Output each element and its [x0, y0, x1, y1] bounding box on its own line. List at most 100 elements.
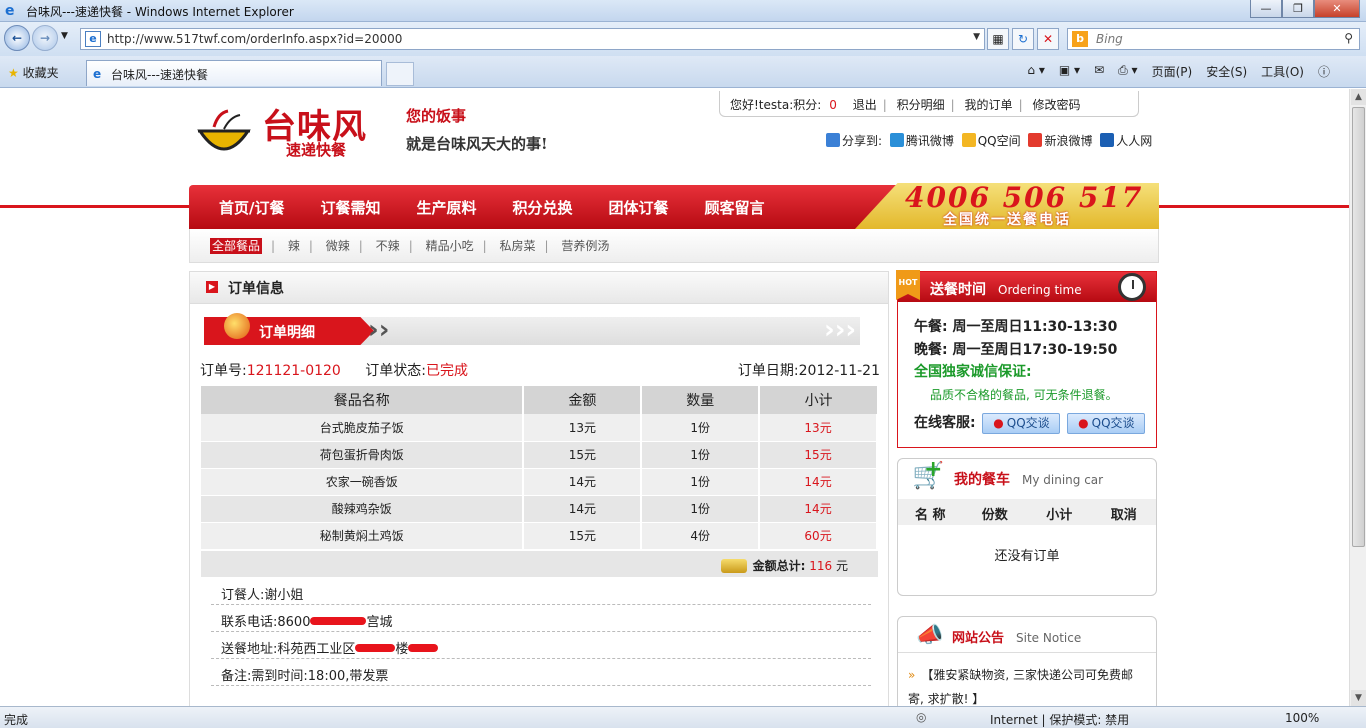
- cart-title: 我的餐车: [954, 472, 1010, 488]
- share-tencent-weibo[interactable]: 腾讯微博: [906, 134, 954, 148]
- stop-button[interactable]: ✕: [1037, 28, 1059, 50]
- tools-menu[interactable]: 工具(O): [1261, 63, 1304, 80]
- delivery-title-en: Ordering time: [998, 283, 1082, 297]
- print-icon[interactable]: ⎙ ▾: [1118, 63, 1137, 80]
- minimize-button[interactable]: —: [1250, 0, 1282, 18]
- col-quantity: 数量: [641, 386, 761, 414]
- address-row: 送餐地址:科苑西工业区 楼: [211, 632, 871, 659]
- cart-empty-message: 还没有订单: [994, 549, 1060, 564]
- scroll-down-icon[interactable]: ▼: [1351, 690, 1366, 706]
- qq-chat-label: QQ交谈: [1091, 416, 1135, 430]
- table-row: 农家一碗香饭 14元 1份 14元: [201, 468, 878, 496]
- chevron-right-icon: ›››: [824, 315, 857, 345]
- hotline-banner: 4006 506 517 全国统一送餐电话: [855, 183, 1159, 229]
- search-icon[interactable]: ⚲: [1344, 31, 1353, 45]
- redaction-mark: [310, 617, 367, 625]
- category-mild[interactable]: 微辣: [326, 239, 350, 253]
- dish-name: 酸辣鸡杂饭: [201, 495, 525, 523]
- qq-chat-button[interactable]: ● QQ交谈: [982, 413, 1061, 434]
- address-bar[interactable]: e http://www.517twf.com/orderInfo.aspx?i…: [80, 28, 985, 50]
- help-icon[interactable]: ⓘ: [1318, 63, 1330, 80]
- nav-group-order[interactable]: 团体订餐: [609, 197, 669, 218]
- category-soups[interactable]: 营养例汤: [561, 239, 609, 253]
- customer-row: 订餐人:谢小姐: [211, 578, 871, 605]
- new-tab-button[interactable]: [386, 62, 414, 86]
- col-dish-name: 餐品名称: [201, 386, 525, 414]
- slogan-line2: 就是台味风天大的事!: [406, 135, 548, 153]
- dish-price: 15元: [523, 522, 643, 550]
- safety-menu[interactable]: 安全(S): [1206, 63, 1247, 80]
- vertical-scrollbar[interactable]: ▲ ▼: [1349, 89, 1366, 706]
- maximize-button[interactable]: ❐: [1282, 0, 1314, 18]
- online-service: 在线客服: ● QQ交谈 ● QQ交谈: [914, 412, 1146, 434]
- security-zone[interactable]: Internet | 保护模式: 禁用: [990, 711, 1129, 728]
- nav-order-notice[interactable]: 订餐需知: [320, 197, 380, 218]
- category-home-dishes[interactable]: 私房菜: [499, 239, 535, 253]
- notice-title: 网站公告: [952, 631, 1005, 646]
- share-qzone[interactable]: QQ空间: [978, 134, 1021, 148]
- address-dropdown-icon[interactable]: ▼: [973, 32, 980, 42]
- cart-col-subtotal: 小计: [1046, 508, 1073, 523]
- dish-subtotal: 14元: [759, 495, 878, 523]
- close-window-button[interactable]: ✕: [1314, 0, 1360, 18]
- user-bar: 您好!testa:积分: 0 退出 | 积分明细 | 我的订单 | 修改密码: [719, 91, 1139, 117]
- forward-button[interactable]: →: [32, 25, 58, 51]
- col-subtotal: 小计: [759, 386, 877, 414]
- scroll-up-icon[interactable]: ▲: [1351, 89, 1366, 105]
- change-password-link[interactable]: 修改密码: [1032, 98, 1080, 112]
- home-icon[interactable]: ⌂ ▾: [1027, 63, 1044, 80]
- total-value: 116: [809, 559, 833, 573]
- share-sina-weibo[interactable]: 新浪微博: [1044, 134, 1092, 148]
- order-panel-header: ▶ 订单信息: [190, 272, 888, 304]
- privacy-icon[interactable]: ◎: [916, 710, 926, 724]
- nav-points-exchange[interactable]: 积分兑换: [513, 197, 573, 218]
- page-menu[interactable]: 页面(P): [1152, 63, 1193, 80]
- address-toolbar: ← → ▼ e http://www.517twf.com/orderInfo.…: [0, 22, 1366, 56]
- dish-price: 15元: [523, 441, 643, 469]
- qq-icon: ●: [1078, 416, 1089, 430]
- notice-item[interactable]: » 【雅安紧缺物资, 三家快递公司可免费邮寄, 求扩散! 】: [908, 663, 1148, 706]
- customer-name: 谢小姐: [264, 588, 304, 603]
- notice-panel: 📣 网站公告 Site Notice » 【雅安紧缺物资, 三家快递公司可免费邮寄,…: [897, 616, 1157, 706]
- phone-tail: 宫城: [366, 615, 393, 630]
- order-number-label: 订单号:: [200, 363, 247, 379]
- tab-page-icon: e: [93, 67, 102, 81]
- cart-panel: 🛒 + 我的餐车 My dining car 名 称 份数 小计 取消 还没有订单: [897, 457, 1157, 596]
- back-button[interactable]: ←: [4, 25, 30, 51]
- nav-home[interactable]: 首页/订餐: [219, 197, 284, 218]
- redaction-mark: [408, 644, 439, 652]
- mail-icon[interactable]: ✉: [1094, 63, 1104, 80]
- nav-guestbook[interactable]: 顾客留言: [705, 197, 765, 218]
- search-box[interactable]: b Bing ⚲: [1067, 28, 1360, 50]
- feeds-icon[interactable]: ▣ ▾: [1059, 63, 1080, 80]
- total-label: 金额总计:: [752, 559, 806, 573]
- category-all[interactable]: 全部餐品: [210, 238, 263, 254]
- favorites-button[interactable]: ★ 收藏夹: [8, 64, 59, 81]
- hot-badge-icon: HOT: [896, 270, 920, 300]
- points-detail-link[interactable]: 积分明细: [897, 98, 945, 112]
- category-not-spicy[interactable]: 不辣: [376, 239, 400, 253]
- refresh-button[interactable]: ↻: [1012, 28, 1034, 50]
- category-snacks[interactable]: 精品小吃: [426, 239, 474, 253]
- status-text: 完成: [4, 713, 29, 727]
- scroll-thumb[interactable]: [1352, 107, 1365, 547]
- cart-header: 🛒 + 我的餐车 My dining car: [898, 457, 1156, 495]
- page-icon: e: [85, 31, 101, 47]
- category-spicy[interactable]: 辣: [288, 239, 300, 253]
- history-dropdown-icon[interactable]: ▼: [61, 31, 68, 41]
- window-title: 台味风---速递快餐 - Windows Internet Explorer: [26, 5, 294, 19]
- logout-link[interactable]: 退出: [853, 98, 877, 112]
- qq-chat-button[interactable]: ● QQ交谈: [1067, 413, 1146, 434]
- browser-tab[interactable]: e 台味风---速递快餐: [86, 60, 382, 86]
- my-orders-link[interactable]: 我的订单: [965, 98, 1013, 112]
- order-date-label: 订单日期:: [737, 363, 799, 379]
- zoom-level[interactable]: 100%: [1285, 711, 1319, 725]
- nav-ingredients[interactable]: 生产原料: [417, 197, 477, 218]
- compat-view-button[interactable]: ▦: [987, 28, 1009, 50]
- share-renren[interactable]: 人人网: [1116, 134, 1152, 148]
- favorites-label: 收藏夹: [22, 66, 59, 80]
- col-price: 金额: [523, 386, 643, 414]
- play-arrow-icon: ▶: [206, 281, 218, 293]
- note-row: 备注:需到时间:18:00,带发票: [211, 659, 871, 686]
- logo-subtitle: 速递快餐: [286, 141, 347, 159]
